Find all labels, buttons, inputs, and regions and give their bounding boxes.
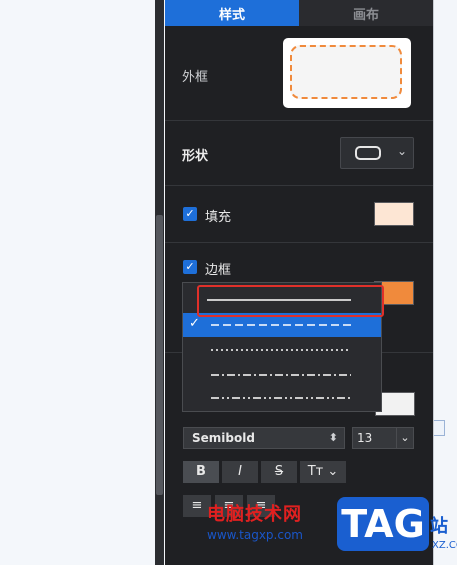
dashed-line-icon: [211, 324, 351, 326]
chevron-down-icon: ⌄: [396, 144, 407, 158]
font-weight-value: Semibold: [192, 431, 255, 445]
strikethrough-button[interactable]: S: [261, 461, 297, 483]
style-panel: 样式 画布 外框 形状 ⌄ ✓ 填充 ✓ 边框 ✓ Semibold ⬍ 13 …: [165, 0, 433, 565]
up-down-icon: ⬍: [328, 431, 338, 444]
font-weight-select[interactable]: Semibold ⬍: [183, 427, 345, 449]
canvas-area: [0, 0, 155, 565]
red-highlight-annotation: [197, 285, 384, 317]
dotted-line-icon: [211, 349, 351, 351]
italic-button[interactable]: I: [222, 461, 258, 483]
fill-checkbox[interactable]: ✓: [183, 207, 197, 221]
font-size-value: 13: [357, 431, 373, 445]
chevron-down-icon: ⌄: [327, 464, 339, 479]
frame-preview-shape: [290, 45, 402, 99]
watermark-title: 电脑技术网: [207, 504, 302, 525]
watermark-url: www.tagxp.com: [207, 528, 303, 542]
edge-marker: [434, 420, 445, 436]
divider: [165, 242, 433, 243]
bold-button[interactable]: B: [183, 461, 219, 483]
line-style-dotted[interactable]: [183, 338, 381, 362]
watermark-side: 站: [430, 516, 448, 537]
watermark-side-small: XZ.COM: [432, 540, 457, 551]
fill-color-swatch[interactable]: [374, 202, 414, 226]
divider: [165, 185, 433, 186]
dash-dot-dot-line-icon: [211, 397, 351, 399]
frame-label: 外框: [182, 70, 209, 85]
rounded-rect-icon: [355, 146, 381, 160]
tab-canvas[interactable]: 画布: [299, 0, 433, 26]
chevron-down-icon: ⌄: [396, 428, 413, 448]
tab-style[interactable]: 样式: [165, 0, 299, 26]
dash-dot-line-icon: [211, 374, 351, 376]
shape-label: 形状: [182, 149, 209, 164]
text-case-button[interactable]: Tт ⌄: [300, 461, 346, 483]
scrollbar-thumb[interactable]: [156, 215, 163, 495]
border-label: 边框: [205, 263, 232, 278]
right-edge-strip: [433, 0, 457, 565]
border-checkbox[interactable]: ✓: [183, 260, 197, 274]
watermark-text: 电脑技术网 www.tagxp.com: [207, 500, 303, 542]
panel-tabs: 样式 画布: [165, 0, 433, 26]
line-style-dash-dot-dot[interactable]: [183, 386, 381, 410]
fill-label: 填充: [205, 210, 232, 225]
text-case-label: Tт: [307, 464, 324, 479]
line-style-dash-dot[interactable]: [183, 363, 381, 387]
checkmark-icon: ✓: [189, 316, 200, 331]
font-size-select[interactable]: 13 ⌄: [352, 427, 414, 449]
frame-preview[interactable]: [283, 38, 411, 108]
shape-select[interactable]: ⌄: [340, 137, 414, 169]
watermark-logo: TAG: [337, 497, 429, 551]
divider: [165, 120, 433, 121]
